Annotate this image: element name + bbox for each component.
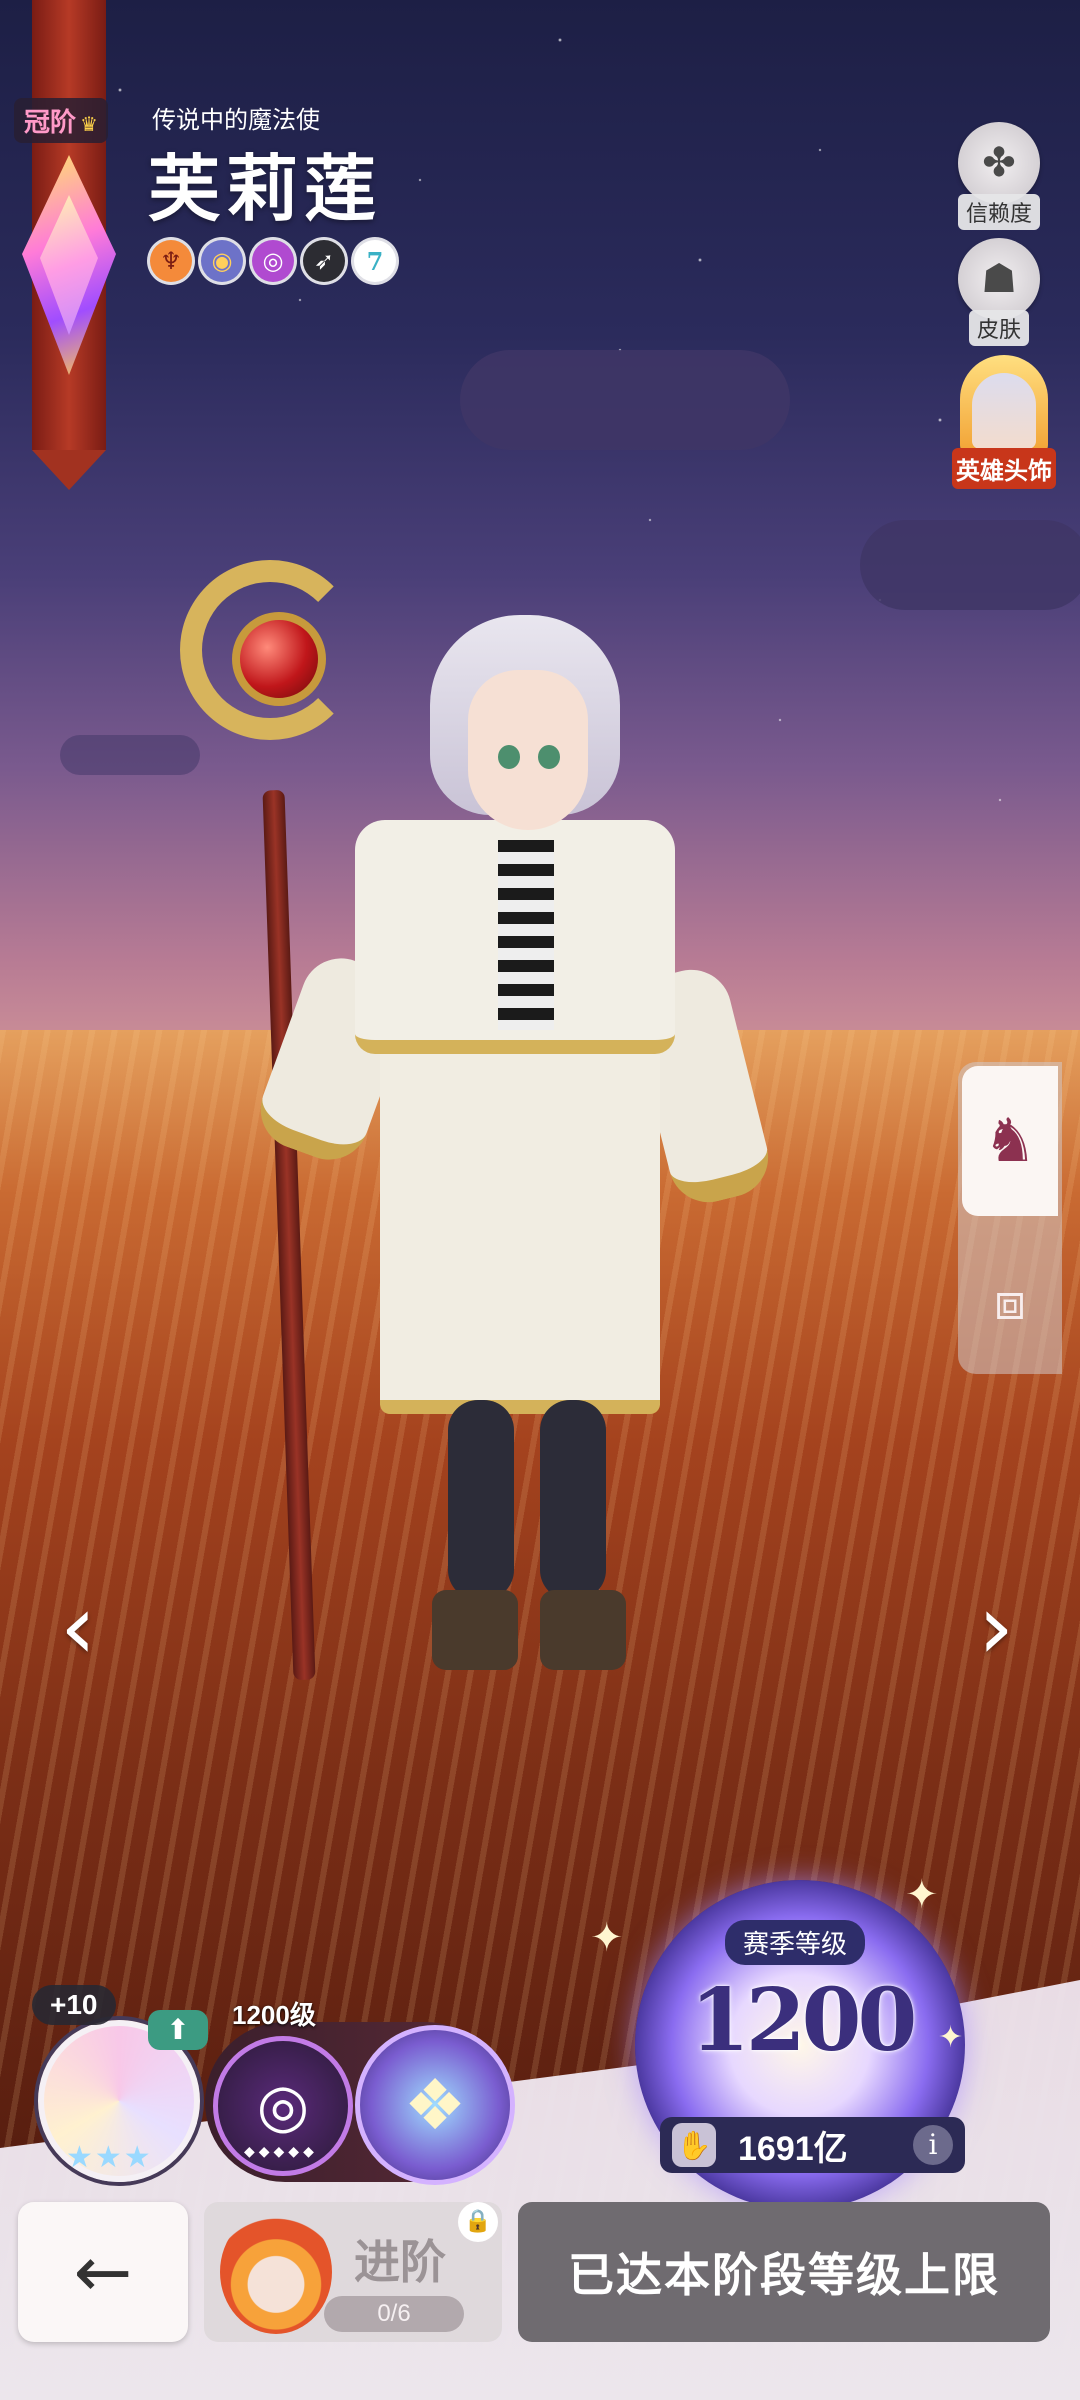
plus-level-badge: +10: [32, 1985, 116, 2025]
card-icon[interactable]: ⧈: [962, 1232, 1058, 1372]
orb-icon[interactable]: ◉: [201, 240, 243, 282]
hero-character-model[interactable]: [180, 520, 800, 1720]
face: [468, 670, 588, 830]
eye-right: [538, 745, 560, 769]
clover-icon: ✤: [958, 122, 1040, 204]
back-arrow-icon: ←: [73, 2231, 133, 2313]
currency-bar: ✋ 1691亿 i: [660, 2117, 965, 2173]
rank-tag: 冠阶 ♛: [14, 98, 108, 143]
crown-icon: ♛: [80, 112, 98, 136]
number-badge[interactable]: 7: [354, 240, 396, 282]
lock-icon: 🔒: [458, 2202, 498, 2242]
sparkle-icon: ✦: [905, 1872, 939, 1918]
rank-label: 冠阶: [24, 108, 77, 138]
season-level-label: 赛季等级: [725, 1920, 866, 1965]
skill-progress-dots: ◆◆◆◆◆: [244, 2144, 318, 2160]
leg-right: [540, 1400, 606, 1600]
trust-menu-item[interactable]: ✤ 信赖度: [954, 122, 1044, 230]
level-cap-button[interactable]: 已达本阶段等级上限: [518, 2202, 1050, 2342]
headwear-label: 英雄头饰: [952, 448, 1056, 489]
upgrade-arrow-icon[interactable]: ⬆: [148, 2010, 208, 2050]
skin-label: 皮肤: [968, 310, 1029, 346]
advance-button[interactable]: 进阶 0/6 🔒: [204, 2202, 502, 2342]
eye-left: [498, 745, 520, 769]
level-label: 1200级: [232, 2000, 316, 2030]
magic-spiral-icon[interactable]: ◎: [252, 240, 294, 282]
skin-menu-item[interactable]: ☗ 皮肤: [954, 238, 1044, 346]
sparkle-icon: ✦: [590, 1915, 624, 1961]
sparkle-icon: ✦: [938, 2020, 964, 2055]
boot-left: [432, 1590, 518, 1670]
cloud: [460, 350, 790, 450]
advance-hero-portrait: [220, 2210, 332, 2334]
previous-hero-arrow-icon[interactable]: ‹: [60, 1575, 96, 1680]
dress: [380, 1010, 660, 1414]
advance-progress: 0/6: [324, 2296, 464, 2332]
currency-amount: 1691亿: [738, 2129, 848, 2168]
crest-icon[interactable]: ❖: [355, 2025, 515, 2185]
hero-name: 芙莉莲: [148, 146, 383, 231]
cloud: [60, 735, 200, 775]
star-rating: ★★★: [66, 2140, 153, 2175]
trust-label: 信赖度: [957, 194, 1040, 230]
side-tab-bar: ♞ ⧈: [958, 1062, 1062, 1374]
leg-left: [448, 1400, 514, 1600]
currency-icon: ✋: [672, 2123, 716, 2167]
staff-gem: [232, 612, 326, 706]
hero-headwear-button[interactable]: 英雄头饰: [952, 355, 1056, 489]
feather-icon[interactable]: ➶: [303, 240, 345, 282]
staff-pole: [262, 789, 316, 1681]
cloud: [860, 520, 1080, 610]
helmet-icon[interactable]: ♞: [962, 1066, 1058, 1216]
headwear-portrait: [972, 373, 1036, 449]
striped-shirt: [498, 840, 554, 1030]
trident-icon[interactable]: ♆: [150, 240, 192, 282]
back-button[interactable]: ←: [18, 2202, 188, 2342]
next-hero-arrow-icon[interactable]: ›: [978, 1575, 1014, 1680]
outfit-icon: ☗: [958, 238, 1040, 320]
boot-right: [540, 1590, 626, 1670]
hero-traits: ♆ ◉ ◎ ➶ 7: [150, 240, 396, 282]
season-level-value: 1200: [690, 1970, 917, 2071]
advance-label: 进阶: [354, 2235, 446, 2289]
info-icon[interactable]: i: [913, 2125, 953, 2165]
